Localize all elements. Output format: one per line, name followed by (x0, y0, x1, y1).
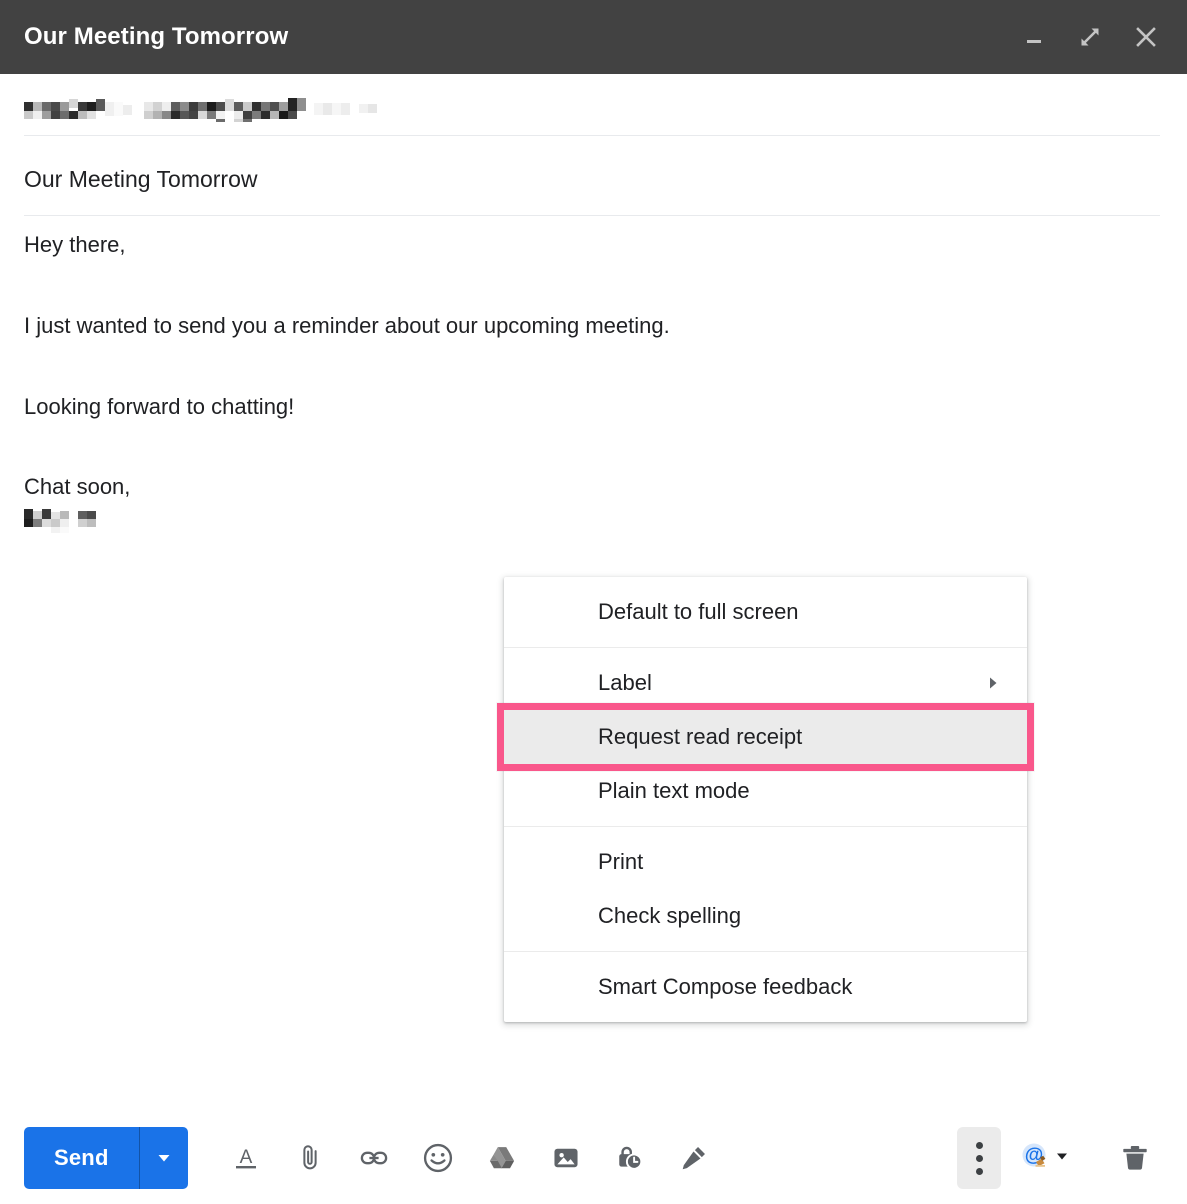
body-greeting: Hey there, (24, 232, 126, 257)
menu-item-default-to-full-screen[interactable]: Default to full screen (504, 585, 1027, 639)
toolbar-icons: A (214, 1126, 726, 1190)
menu-item-check-spelling[interactable]: Check spelling (504, 889, 1027, 943)
insert-emoji-icon (423, 1143, 452, 1173)
recipients-value (24, 80, 1160, 127)
formatting-options-icon: A (235, 1147, 256, 1169)
mail-tracking-button[interactable]: @ (1011, 1130, 1077, 1186)
send-options-button[interactable] (140, 1127, 188, 1189)
svg-text:A: A (239, 1147, 252, 1168)
full-screen-button[interactable] (1073, 20, 1107, 54)
menu-group-1: Label Request read receipt Plain text mo… (497, 647, 1034, 826)
insert-signature-button[interactable] (662, 1126, 726, 1190)
menu-group-3: Smart Compose feedback (504, 951, 1027, 1022)
redacted-recipients (24, 96, 394, 127)
insert-photo-button[interactable] (534, 1126, 598, 1190)
more-options-button[interactable] (957, 1127, 1001, 1189)
formatting-options-button[interactable]: A (214, 1126, 278, 1190)
close-icon (1136, 27, 1156, 47)
confidential-mode-icon (618, 1146, 642, 1170)
subject-field[interactable]: Our Meeting Tomorrow (24, 152, 1160, 216)
minimize-button[interactable] (1017, 20, 1051, 54)
window-title: Our Meeting Tomorrow (24, 23, 289, 50)
window-controls (1017, 20, 1163, 54)
menu-item-label: Print (598, 849, 644, 874)
body-signoff: Chat soon, (24, 474, 131, 500)
insert-emoji-button[interactable] (406, 1126, 470, 1190)
chevron-down-icon (158, 1155, 170, 1162)
close-button[interactable] (1129, 20, 1163, 54)
recipients-field[interactable] (24, 80, 1160, 136)
attach-file-button[interactable] (278, 1126, 342, 1190)
google-drive-icon (489, 1147, 514, 1169)
menu-item-label: Default to full screen (598, 599, 799, 624)
insert-signature-icon (682, 1147, 705, 1170)
trash-icon (1123, 1145, 1147, 1170)
menu-item-label: Check spelling (598, 903, 742, 928)
compose-window: Our Meeting Tomorrow Our Meeting Tomorro… (0, 0, 1187, 1204)
menu-item-label: Plain text mode (598, 778, 750, 803)
confidential-mode-button[interactable] (598, 1126, 662, 1190)
menu-item-label: Request read receipt (598, 724, 803, 749)
menu-item-label: Smart Compose feedback (598, 974, 853, 999)
more-options-icon (975, 1141, 983, 1175)
toolbar-right-group: @ (957, 1127, 1165, 1189)
discard-draft-button[interactable] (1105, 1128, 1165, 1188)
caret-down-icon (1055, 1149, 1069, 1168)
send-button-label: Send (54, 1145, 109, 1170)
subject-value: Our Meeting Tomorrow (24, 166, 258, 192)
chevron-right-icon (985, 675, 1001, 691)
full-screen-icon (1081, 28, 1099, 46)
minimize-icon (1027, 40, 1041, 43)
body-paragraph-1: I just wanted to send you a reminder abo… (24, 312, 670, 338)
menu-item-label[interactable]: Label (504, 656, 1027, 710)
send-button-group[interactable]: Send (24, 1127, 188, 1189)
compose-toolbar: Send A @ (0, 1112, 1187, 1204)
insert-link-button[interactable] (342, 1126, 406, 1190)
send-button[interactable]: Send (24, 1127, 139, 1189)
menu-item-smart-compose-feedback[interactable]: Smart Compose feedback (504, 960, 1027, 1014)
menu-item-plain-text-mode[interactable]: Plain text mode (504, 764, 1027, 818)
body-paragraph-2: Looking forward to chatting! (24, 393, 295, 419)
redacted-signature (24, 509, 1164, 540)
mail-tracking-icon: @ (1019, 1141, 1053, 1175)
insert-photo-icon (554, 1148, 578, 1168)
window-titlebar: Our Meeting Tomorrow (0, 0, 1187, 74)
menu-item-print[interactable]: Print (504, 835, 1027, 889)
more-options-menu: Default to full screen Label Request rea… (497, 577, 1034, 1022)
insert-link-icon (360, 1151, 387, 1165)
menu-group-0: Default to full screen (504, 577, 1027, 647)
menu-item-label-text: Label (598, 670, 652, 695)
menu-item-request-read-receipt[interactable]: Request read receipt (497, 703, 1034, 771)
google-drive-button[interactable] (470, 1126, 534, 1190)
menu-group-2: Print Check spelling (504, 826, 1027, 951)
attach-file-icon (302, 1145, 317, 1170)
message-body[interactable]: Hey there, I just wanted to send you a r… (24, 232, 1164, 540)
